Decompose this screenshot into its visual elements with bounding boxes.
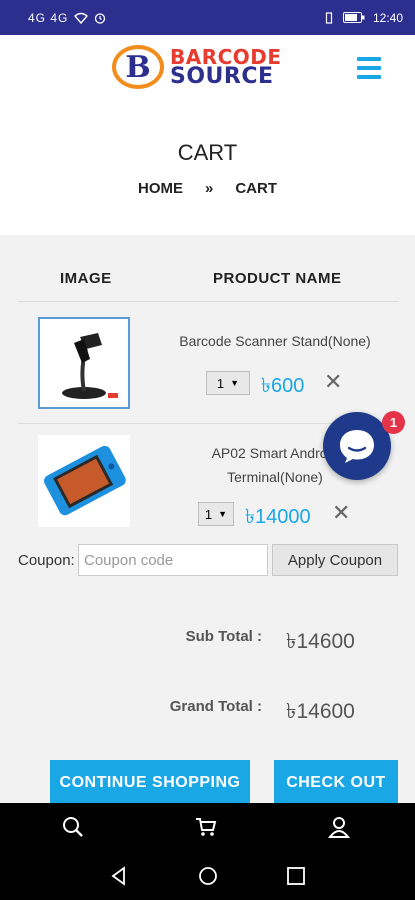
search-icon[interactable] (61, 815, 85, 839)
product-price: ৳14000 (245, 506, 311, 528)
quantity-select[interactable]: 1 ▼ (206, 371, 250, 395)
grand-total-value: ৳14600 (286, 700, 355, 723)
breadcrumb: HOME » CART (0, 180, 415, 197)
product-price: ৳600 (261, 375, 305, 397)
column-header-product-name: PRODUCT NAME (213, 270, 342, 287)
bottom-navigation (0, 803, 415, 851)
quantity-value: 1 (216, 375, 225, 391)
remove-item-icon[interactable]: ✕ (332, 500, 350, 526)
cart-section: IMAGE PRODUCT NAME Barcode Scanner Stand… (0, 235, 415, 805)
recents-icon[interactable] (285, 865, 307, 887)
android-terminal-image (44, 445, 126, 516)
breadcrumb-separator: » (204, 180, 214, 197)
grand-total-label: Grand Total : (169, 698, 262, 715)
menu-bar (357, 75, 381, 79)
apply-coupon-button[interactable]: Apply Coupon (272, 544, 398, 576)
remove-item-icon[interactable]: ✕ (324, 369, 342, 395)
cart-row: Barcode Scanner Stand(None) 1 ▼ ৳600 ✕ (0, 301, 415, 423)
chat-notification-badge: 1 (382, 411, 405, 434)
wifi-icon (74, 12, 89, 24)
vibrate-icon (325, 11, 333, 24)
signal-indicator: 4G 4G (28, 10, 69, 25)
logo-line2: SOURCE (170, 64, 274, 89)
scanner-stand-image (62, 333, 118, 399)
home-icon[interactable] (197, 865, 219, 887)
quantity-value: 1 (204, 506, 213, 522)
system-navigation-bar (0, 851, 415, 900)
battery-icon (342, 12, 365, 23)
breadcrumb-current: CART (235, 180, 277, 197)
site-header: B BARCODE SOURCE (0, 35, 415, 105)
page-title: CART (177, 140, 238, 165)
quantity-select[interactable]: 1 ▼ (198, 502, 234, 526)
chat-icon (340, 430, 374, 463)
logo[interactable]: B BARCODE SOURCE (112, 45, 282, 89)
alarm-icon (95, 12, 106, 24)
continue-shopping-button[interactable]: CONTINUE SHOPPING (50, 760, 250, 805)
logo-mark: B (112, 45, 164, 89)
user-icon[interactable] (327, 815, 351, 839)
product-image-scanner-stand[interactable] (38, 317, 130, 409)
coupon-label: Coupon: (18, 551, 75, 569)
sub-total-value: ৳14600 (286, 630, 355, 653)
coupon-form: Coupon: Coupon code Apply Coupon (18, 544, 398, 576)
breadcrumb-home[interactable]: HOME (138, 180, 183, 197)
cart-icon[interactable] (194, 815, 218, 839)
back-icon[interactable] (108, 865, 130, 887)
chat-button[interactable] (323, 412, 391, 480)
title-area: CART HOME » CART (0, 105, 415, 235)
status-right: 12:40 (323, 11, 403, 25)
menu-icon[interactable] (357, 57, 381, 79)
clock: 12:40 (372, 10, 403, 25)
logo-text: BARCODE SOURCE (170, 47, 282, 89)
column-header-image: IMAGE (60, 270, 112, 287)
status-left: 4G 4G (28, 11, 106, 25)
coupon-input[interactable]: Coupon code (78, 544, 268, 576)
product-image-ap02-terminal[interactable] (38, 435, 130, 527)
menu-bar (357, 66, 381, 70)
check-out-button[interactable]: CHECK OUT (274, 760, 398, 805)
sub-total-label: Sub Total : (185, 628, 262, 645)
product-name[interactable]: Barcode Scanner Stand(None) (150, 329, 400, 353)
dropdown-arrow-icon: ▼ (218, 509, 228, 519)
menu-bar (357, 57, 381, 61)
status-bar: 4G 4G 12:40 (0, 0, 415, 35)
dropdown-arrow-icon: ▼ (230, 378, 240, 388)
